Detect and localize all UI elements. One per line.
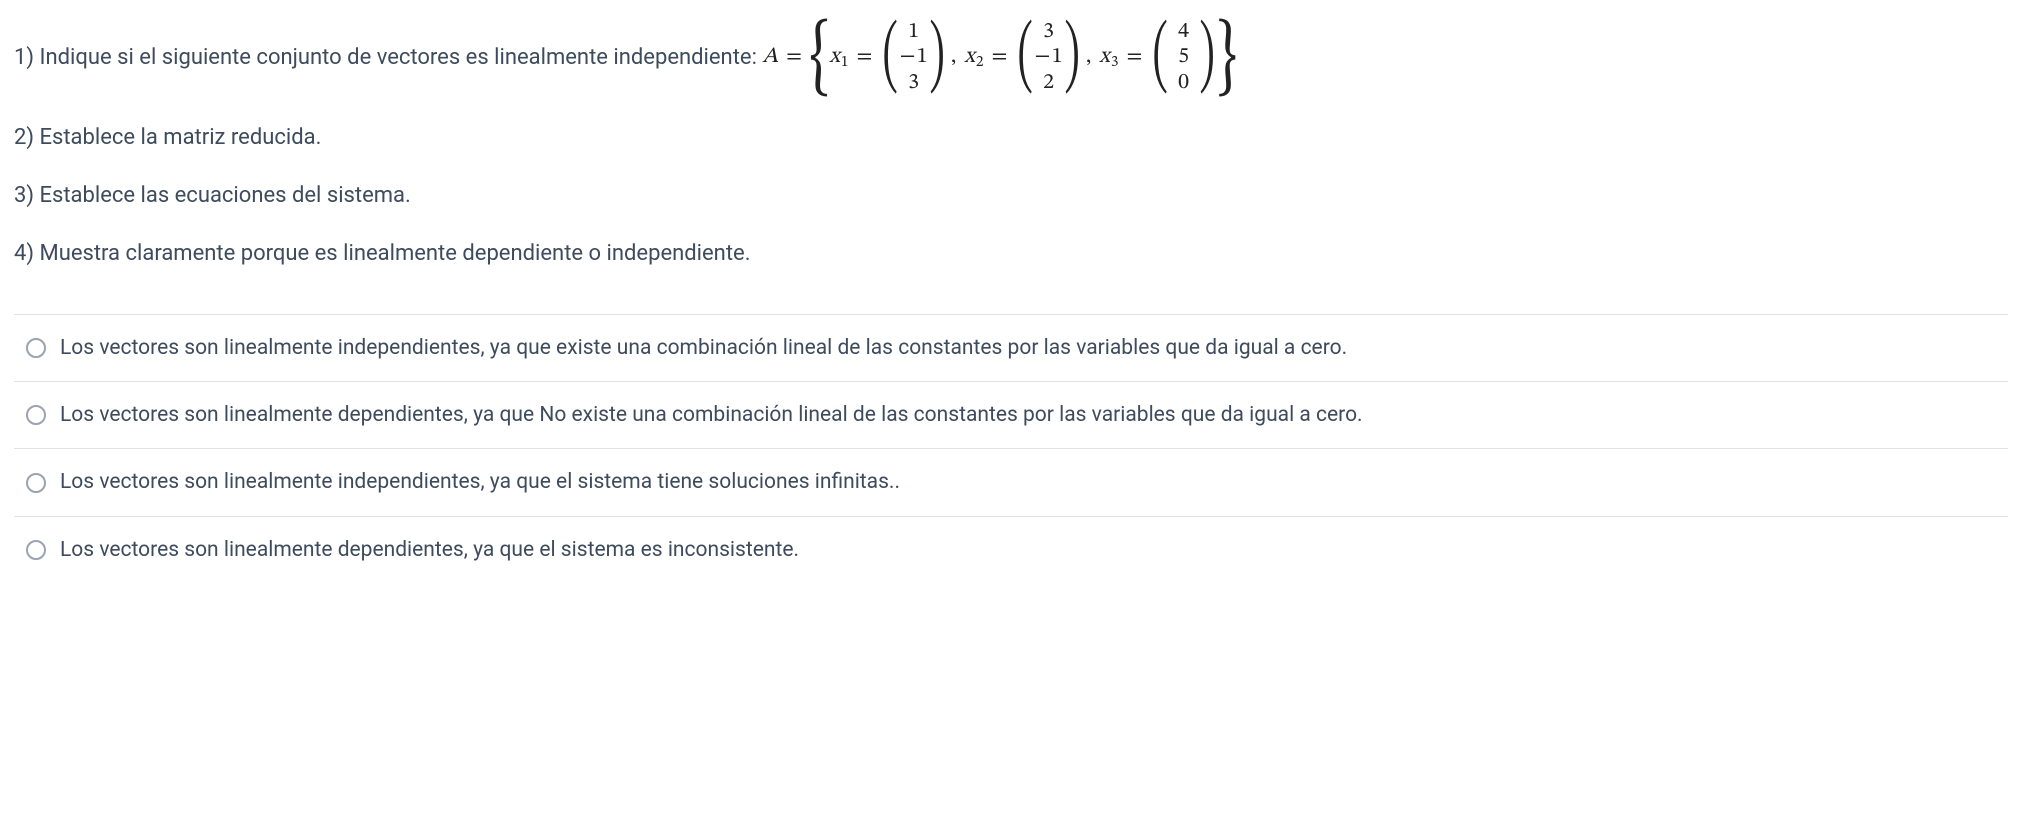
option-3[interactable]: Los vectores son linealmente independien… [14, 448, 2008, 515]
option-4[interactable]: Los vectores son linealmente dependiente… [14, 516, 2008, 583]
sym-sub2: 2 [976, 51, 984, 73]
vector-3: ( 4 5 0 ) [1152, 20, 1215, 96]
option-label: Los vectores son linealmente independien… [60, 467, 900, 497]
sym-A: A [762, 42, 778, 74]
vector-2: ( 3 − 1 2 ) [1017, 20, 1080, 96]
question-1-text: 1) Indique si el siguiente conjunto de v… [14, 42, 762, 74]
question-line-4: 4) Muestra claramente porque es linealme… [14, 238, 2008, 270]
math-expression: A = { x1 = ( 1 − 1 3 ) , x2 = ( [762, 20, 1236, 96]
sym-eq-2: = [991, 42, 1007, 74]
question-line-3: 3) Establece las ecuaciones del sistema. [14, 180, 2008, 212]
question-line-2: 2) Establece la matriz reducida. [14, 122, 2008, 154]
vector-1: ( 1 − 1 3 ) [882, 20, 945, 96]
option-1[interactable]: Los vectores son linealmente independien… [14, 314, 2008, 381]
sym-comma-1: , [951, 42, 956, 74]
vec2-r1: 3 [1043, 20, 1054, 45]
vec1-r3: 3 [908, 71, 919, 96]
question-line-1: 1) Indique si el siguiente conjunto de v… [14, 20, 2008, 96]
sym-eq-1: = [857, 42, 873, 74]
sym-eq-3: = [1126, 42, 1142, 74]
sym-x3: x [1099, 42, 1110, 74]
radio-icon[interactable] [26, 338, 46, 358]
radio-icon[interactable] [26, 405, 46, 425]
sym-sub3: 3 [1111, 51, 1119, 73]
sym-eq: = [786, 42, 802, 74]
vec2-r3: 2 [1043, 71, 1054, 96]
vec2-r2: − 1 [1035, 45, 1063, 70]
sym-sub1: 1 [841, 51, 849, 73]
radio-icon[interactable] [26, 473, 46, 493]
vec3-r3: 0 [1178, 71, 1189, 96]
vec3-r1: 4 [1178, 20, 1189, 45]
vec1-r2: − 1 [900, 45, 928, 70]
vec3-r2: 5 [1178, 45, 1189, 70]
question-block: 1) Indique si el siguiente conjunto de v… [14, 20, 2008, 270]
option-label: Los vectores son linealmente independien… [60, 333, 1347, 363]
option-label: Los vectores son linealmente dependiente… [60, 400, 1363, 430]
option-2[interactable]: Los vectores son linealmente dependiente… [14, 381, 2008, 448]
sym-x1: x [829, 42, 840, 74]
sym-x2: x [964, 42, 975, 74]
answer-options: Los vectores son linealmente independien… [14, 314, 2008, 584]
vec1-r1: 1 [908, 20, 919, 45]
radio-icon[interactable] [26, 540, 46, 560]
sym-comma-2: , [1086, 42, 1091, 74]
option-label: Los vectores son linealmente dependiente… [60, 535, 799, 565]
